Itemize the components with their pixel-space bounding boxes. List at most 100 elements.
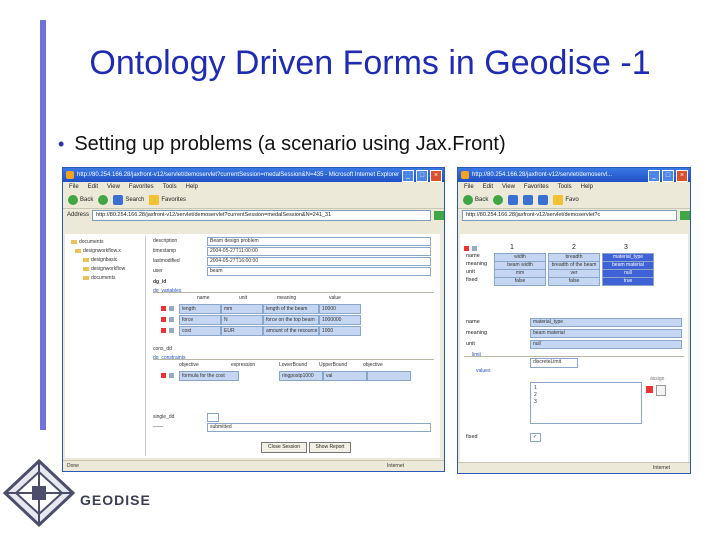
col-header-objective: objective — [179, 362, 199, 368]
row-label-meaning: meaning — [466, 261, 488, 267]
list-item[interactable]: 3 — [534, 399, 537, 405]
left-browser-window: http://80.254.166.28/jaxfront-v12/servle… — [62, 167, 445, 472]
forward-button[interactable] — [493, 195, 504, 205]
menu-edit[interactable]: Edit — [88, 182, 98, 192]
favorites-button[interactable]: Favo — [553, 195, 579, 205]
menu-help[interactable]: Help — [186, 182, 198, 192]
delete-row-icon[interactable] — [161, 317, 166, 322]
close-button[interactable]: × — [676, 170, 688, 182]
right-menubar: File Edit View Favorites Tools Help — [458, 182, 690, 192]
stop-button[interactable] — [508, 195, 519, 205]
edit-row-icon[interactable] — [169, 373, 174, 378]
limit-type-select[interactable]: discreteLimit — [530, 358, 578, 368]
stop-icon — [508, 195, 519, 205]
close-session-button[interactable]: Close Session — [261, 442, 307, 453]
go-button[interactable] — [434, 210, 444, 220]
search-button[interactable] — [538, 195, 549, 205]
menu-favorites[interactable]: Favorites — [129, 182, 154, 192]
detail-unit-input[interactable]: null — [530, 340, 682, 349]
user-input[interactable]: beam — [207, 267, 431, 276]
detail-name-input[interactable]: material_type — [530, 318, 682, 327]
menu-tools[interactable]: Tools — [163, 182, 177, 192]
cell-unit[interactable]: N — [221, 315, 263, 325]
cell-unit[interactable]: mm — [221, 304, 263, 314]
list-item[interactable]: 2 — [534, 392, 537, 398]
menu-file[interactable]: File — [69, 182, 79, 192]
go-button[interactable] — [680, 210, 690, 220]
timestamp-input[interactable]: 2004-05-27T11:00:00 — [207, 247, 431, 256]
new-document-icon[interactable] — [656, 385, 666, 396]
edit-row-icon[interactable] — [169, 328, 174, 333]
left-toolbar: Back Search Favorites — [63, 192, 444, 209]
address-input[interactable]: http://80.254.166.28/jaxfront-v12/servle… — [92, 209, 431, 221]
menu-view[interactable]: View — [502, 182, 515, 192]
values-list[interactable]: 1 2 3 — [530, 382, 642, 424]
cell-value[interactable]: 1000 — [319, 326, 361, 336]
status-zone: Internet — [387, 463, 404, 469]
cell-expression[interactable]: ringpostp1000 — [279, 371, 323, 381]
menu-edit[interactable]: Edit — [483, 182, 493, 192]
edit-row-icon[interactable] — [169, 317, 174, 322]
close-button[interactable]: × — [430, 170, 442, 182]
grid-cell-selected[interactable]: true — [602, 277, 654, 286]
cell-value[interactable]: 1000000 — [319, 315, 361, 325]
back-button[interactable]: Back — [463, 195, 488, 205]
menu-view[interactable]: View — [107, 182, 120, 192]
fixed-checkbox[interactable]: ✓ — [530, 433, 541, 442]
minimize-button[interactable]: _ — [648, 170, 660, 182]
cell-upperbound[interactable] — [367, 371, 411, 381]
grid-cell[interactable]: false — [494, 277, 546, 286]
description-input[interactable]: Beam design problem — [207, 237, 431, 246]
submission-input[interactable]: submitted — [207, 423, 431, 432]
delete-row-icon[interactable] — [161, 328, 166, 333]
cell-name[interactable]: length — [179, 304, 221, 314]
section-divider — [464, 356, 684, 357]
address-input[interactable]: http://80.254.166.28/jaxfront-v12/servle… — [462, 209, 677, 221]
cell-meaning[interactable]: amount of the resource — [263, 326, 319, 336]
cell-value[interactable]: 10000 — [319, 304, 361, 314]
favorites-button[interactable]: Favorites — [149, 195, 186, 205]
cell-name[interactable]: force — [179, 315, 221, 325]
delete-value-icon[interactable] — [646, 386, 653, 393]
forward-button[interactable] — [98, 195, 109, 205]
tree-item[interactable]: documents — [83, 275, 115, 281]
delete-row-icon[interactable] — [161, 373, 166, 378]
right-page-content: 1 2 3 name meaning unit fixed width brea… — [460, 234, 688, 472]
show-report-button[interactable]: Show Report — [309, 442, 351, 453]
section-divider — [153, 292, 434, 293]
delete-row-icon[interactable] — [161, 306, 166, 311]
bullet-text: Setting up problems (a scenario using Ja… — [74, 133, 506, 155]
grid-cell[interactable]: false — [548, 277, 600, 286]
menu-file[interactable]: File — [464, 182, 474, 192]
maximize-button[interactable]: □ — [416, 170, 428, 182]
menu-tools[interactable]: Tools — [558, 182, 572, 192]
limit-section-label: limit — [472, 352, 481, 358]
list-item[interactable]: 1 — [534, 385, 537, 391]
cell-meaning[interactable]: length of the beam — [263, 304, 319, 314]
menu-help[interactable]: Help — [581, 182, 593, 192]
edit-column-icon[interactable] — [472, 246, 477, 251]
minimize-button[interactable]: _ — [402, 170, 414, 182]
tree-item[interactable]: documents — [71, 239, 103, 245]
cell-objective[interactable]: formula for the cost — [179, 371, 239, 381]
detail-meaning-input[interactable]: beam material — [530, 329, 682, 338]
tree-item[interactable]: designbasic — [83, 257, 117, 263]
single-dd-checkbox[interactable] — [207, 413, 219, 422]
logo-text: GEODISE — [80, 492, 151, 508]
left-window-title: http://80.254.166.28/jaxfront-v12/servle… — [77, 172, 400, 178]
tree-item[interactable]: designworkflow.x — [75, 248, 121, 254]
lastmodified-input[interactable]: 2004-05-27T16:00:00 — [207, 257, 431, 266]
left-window-titlebar: http://80.254.166.28/jaxfront-v12/servle… — [63, 168, 444, 182]
cell-unit[interactable]: EUR — [221, 326, 263, 336]
cell-name[interactable]: cost — [179, 326, 221, 336]
delete-column-icon[interactable] — [464, 246, 469, 251]
cell-bound[interactable]: val — [323, 371, 367, 381]
edit-row-icon[interactable] — [169, 306, 174, 311]
search-button[interactable]: Search — [113, 195, 144, 205]
menu-favorites[interactable]: Favorites — [524, 182, 549, 192]
home-button[interactable] — [523, 195, 534, 205]
maximize-button[interactable]: □ — [662, 170, 674, 182]
tree-item[interactable]: designworkflow — [83, 266, 125, 272]
cell-meaning[interactable]: force on the top beam — [263, 315, 319, 325]
back-button[interactable]: Back — [68, 195, 93, 205]
